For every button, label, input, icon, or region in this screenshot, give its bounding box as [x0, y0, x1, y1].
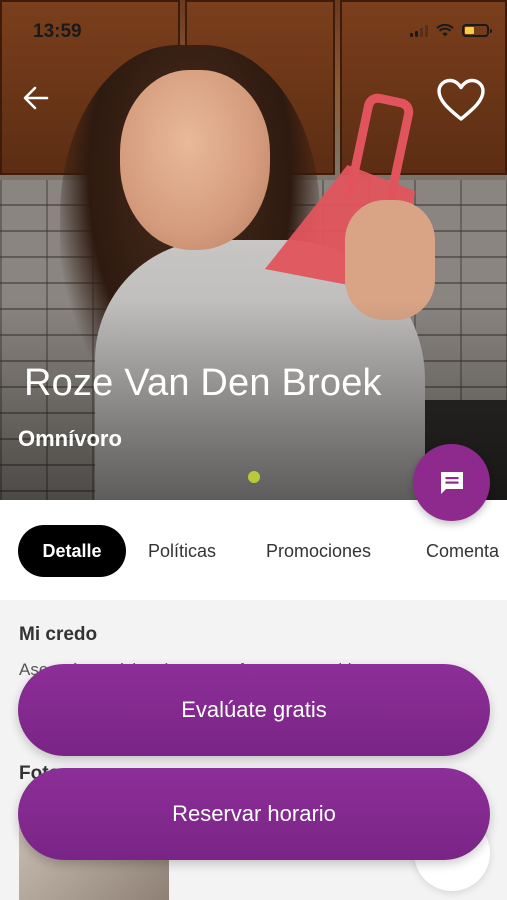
tab-comentarios[interactable]: Comenta	[426, 525, 499, 577]
back-arrow-icon	[23, 86, 49, 110]
carousel-indicator[interactable]	[248, 471, 260, 483]
battery-icon	[462, 24, 492, 37]
tab-promociones[interactable]: Promociones	[266, 525, 371, 577]
evaluate-free-button[interactable]: Evalúate gratis	[18, 664, 490, 756]
reserve-schedule-button[interactable]: Reservar horario	[18, 768, 490, 860]
section-title: Mi credo	[19, 624, 98, 645]
favorite-button[interactable]	[434, 76, 488, 124]
heart-icon	[437, 78, 485, 121]
signal-icon	[410, 24, 428, 37]
back-button[interactable]	[18, 80, 54, 116]
chat-button[interactable]	[413, 444, 490, 521]
tab-politicas[interactable]: Políticas	[148, 525, 216, 577]
profile-name: Roze Van Den Broek	[24, 362, 382, 404]
chat-icon	[440, 471, 463, 494]
status-icons	[410, 24, 492, 37]
profile-hero: 13:59 Roze Van Den Broek Omnívoro	[0, 0, 507, 500]
wifi-icon	[436, 24, 454, 37]
status-time: 13:59	[33, 21, 82, 42]
profile-diet: Omnívoro	[18, 426, 122, 451]
tab-detalle[interactable]: Detalle	[18, 525, 126, 577]
